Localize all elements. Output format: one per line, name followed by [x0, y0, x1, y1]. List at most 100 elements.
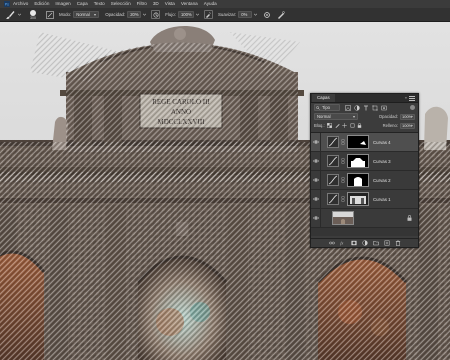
menu-3d[interactable]: 3D	[153, 0, 159, 8]
curves-adjustment-icon	[327, 136, 339, 148]
layer-name-curvas-1[interactable]: Curvas 1	[373, 197, 391, 202]
background-layer-thumbnail[interactable]	[332, 211, 354, 225]
lock-position-icon[interactable]	[342, 123, 348, 129]
filter-type-icon[interactable]	[362, 104, 369, 111]
curves-adjustment-icon	[327, 193, 339, 205]
options-bar: 300 Modo: Normal Opacidad: 20% Flujo: 10…	[0, 8, 450, 22]
menu-edicion[interactable]: Edición	[34, 0, 49, 8]
opacity-field[interactable]: 20%	[127, 11, 142, 18]
menu-seleccion[interactable]: Selección	[111, 0, 131, 8]
blend-mode-select[interactable]: Normal	[314, 113, 358, 120]
lock-icons	[327, 123, 365, 129]
lock-transparency-icon[interactable]	[327, 123, 333, 129]
layer-row-curvas-3[interactable]: Curvas 3	[311, 151, 418, 171]
lock-label: Bloq.:	[314, 123, 325, 128]
filter-toggle-icon[interactable]	[410, 105, 415, 110]
menu-bar: Ps Archivo Edición Imagen Capa Texto Sel…	[0, 0, 450, 8]
layer-opacity-label: Opacidad:	[378, 114, 398, 119]
layer-mask-thumbnail[interactable]	[347, 135, 369, 149]
tool-preset-chevron-icon[interactable]	[17, 10, 22, 20]
layer-style-fx-icon[interactable]: fx	[339, 240, 346, 247]
menu-vista[interactable]: Vista	[165, 0, 175, 8]
opacity-chevron-icon[interactable]	[143, 11, 147, 18]
mask-link-icon[interactable]	[341, 196, 345, 202]
new-adjustment-layer-icon[interactable]	[361, 240, 368, 247]
layer-filter-icons	[344, 104, 389, 111]
new-layer-icon[interactable]	[383, 240, 390, 247]
layer-row-background[interactable]	[311, 208, 418, 228]
svg-text:fx: fx	[340, 241, 343, 246]
layer-filter-row: Tipo	[311, 103, 418, 112]
layer-mask-thumbnail[interactable]	[347, 154, 369, 168]
new-group-folder-icon[interactable]	[372, 240, 379, 247]
menu-ventana[interactable]: Ventana	[181, 0, 198, 8]
brush-preset-picker[interactable]: 300	[24, 9, 42, 21]
panel-menu-icon[interactable]	[409, 96, 415, 101]
mask-link-icon[interactable]	[341, 177, 345, 183]
layer-name-curvas-2[interactable]: Curvas 2	[373, 178, 391, 183]
menu-filtro[interactable]: Filtro	[137, 0, 147, 8]
lock-artboard-icon[interactable]	[349, 123, 355, 129]
mode-label: Modo:	[59, 12, 72, 17]
flow-field[interactable]: 100%	[177, 11, 194, 18]
layer-mask-thumbnail[interactable]	[347, 192, 369, 206]
mode-select[interactable]: Normal	[73, 11, 100, 18]
layer-row-curvas-4[interactable]: Curvas 4	[311, 132, 418, 152]
pressure-size-icon[interactable]	[276, 10, 286, 20]
layer-row-curvas-2[interactable]: Curvas 2	[311, 170, 418, 190]
layers-panel: Capas » Tipo Normal Opacidad: 100% Bloq.…	[310, 93, 419, 248]
filter-adjustment-icon[interactable]	[353, 104, 360, 111]
add-mask-icon[interactable]	[350, 240, 357, 247]
tab-capas[interactable]: Capas	[312, 94, 335, 102]
menu-imagen[interactable]: Imagen	[55, 0, 70, 8]
visibility-eye-icon[interactable]	[311, 151, 321, 171]
menu-capa[interactable]: Capa	[77, 0, 88, 8]
blend-opacity-row: Normal Opacidad: 100%	[311, 112, 418, 121]
svg-text:Ps: Ps	[4, 3, 8, 7]
mask-link-icon[interactable]	[341, 158, 345, 164]
airbrush-icon[interactable]	[203, 10, 213, 19]
filter-smart-object-icon[interactable]	[380, 104, 387, 111]
curves-adjustment-icon	[327, 174, 339, 186]
layer-list: Curvas 4 Curvas 3 Curvas 2 Curvas 1	[311, 132, 418, 236]
opacity-pressure-icon[interactable]	[151, 10, 161, 19]
filter-shape-icon[interactable]	[371, 104, 378, 111]
menu-ayuda[interactable]: Ayuda	[204, 0, 217, 8]
menu-texto[interactable]: Texto	[94, 0, 105, 8]
brush-size: 300	[30, 15, 36, 20]
layer-mask-thumbnail[interactable]	[347, 173, 369, 187]
brush-tool-icon[interactable]	[3, 9, 17, 21]
smoothing-field[interactable]: 0%	[238, 11, 253, 18]
menu-archivo[interactable]: Archivo	[13, 0, 28, 8]
mask-link-icon[interactable]	[341, 139, 345, 145]
flow-chevron-icon[interactable]	[195, 11, 200, 18]
visibility-eye-icon[interactable]	[311, 189, 321, 209]
delete-layer-trash-icon[interactable]	[394, 240, 401, 247]
filter-pixel-icon[interactable]	[344, 104, 351, 111]
opacity-label: Opacidad:	[105, 12, 126, 17]
lock-all-icon[interactable]	[357, 123, 363, 129]
layer-filter-select[interactable]: Tipo	[314, 104, 340, 111]
fill-field[interactable]: 100%	[400, 122, 415, 129]
smoothing-settings-gear-icon[interactable]	[262, 10, 272, 20]
lock-pixels-icon[interactable]	[334, 123, 340, 129]
layer-name-curvas-4[interactable]: Curvas 4	[373, 140, 391, 145]
lock-fill-row: Bloq.: Relleno: 100%	[311, 121, 418, 130]
background-lock-icon	[407, 215, 412, 221]
layer-opacity-field[interactable]: 100%	[400, 113, 415, 120]
visibility-eye-icon[interactable]	[311, 132, 321, 152]
panel-collapse-icon[interactable]: »	[405, 95, 407, 100]
photoshop-logo-icon[interactable]: Ps	[3, 1, 10, 7]
smoothing-chevron-icon[interactable]	[254, 11, 258, 18]
layers-panel-tabbar: Capas »	[311, 94, 418, 103]
brush-panel-icon[interactable]	[45, 10, 55, 20]
curves-adjustment-icon	[327, 155, 339, 167]
layer-name-curvas-3[interactable]: Curvas 3	[373, 159, 391, 164]
visibility-eye-icon[interactable]	[311, 208, 321, 228]
flow-label: Flujo:	[165, 12, 176, 17]
layers-panel-footer: fx	[311, 238, 418, 247]
layer-row-curvas-1[interactable]: Curvas 1	[311, 189, 418, 209]
visibility-eye-icon[interactable]	[311, 170, 321, 190]
link-layers-icon[interactable]	[328, 240, 335, 247]
layer-filter-label: Tipo	[322, 105, 330, 110]
